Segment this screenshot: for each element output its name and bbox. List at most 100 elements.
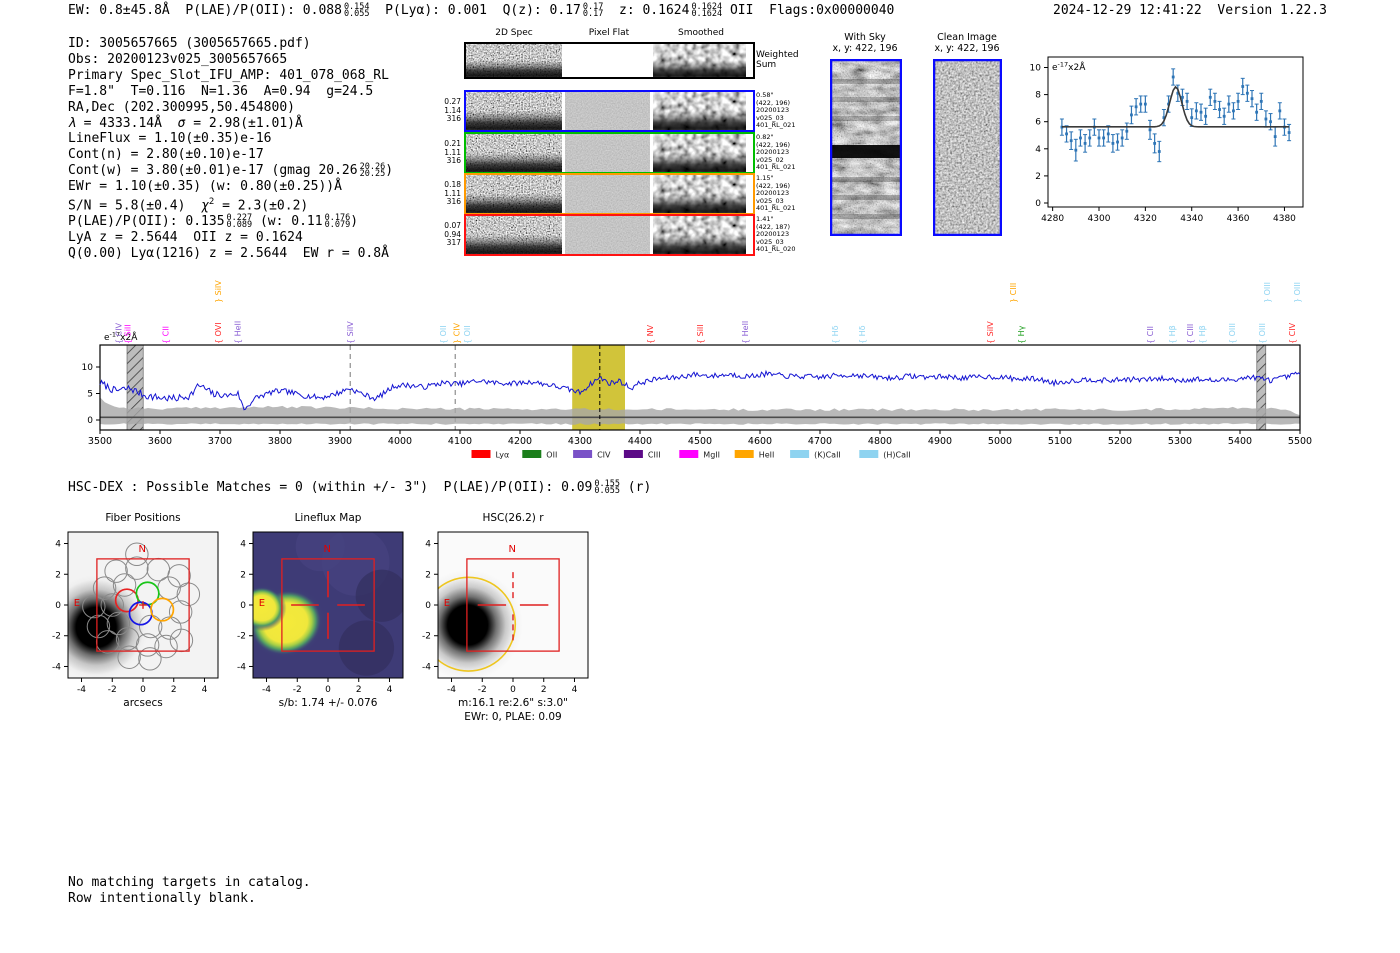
emission-line-labels: { CIV{ SiII{ CII} SiIV{ OVI{ HeII{ SiIV{… — [115, 280, 1302, 344]
legend-label-CIII: CIII — [648, 451, 661, 460]
emission-label-CIV: } CIV — [452, 322, 461, 344]
montage-row-right-labels-1: 0.58" (422, 196) 20200123 v025_03 401_RL_021 — [756, 91, 795, 130]
svg-text:10: 10 — [82, 363, 94, 373]
svg-text:-2: -2 — [293, 685, 302, 695]
svg-text:5100: 5100 — [1048, 436, 1072, 447]
fraction-lower: 0.17 — [582, 9, 604, 19]
text-segment: EW: 0.8±45.8Å P(LAE)/P(OII): 0.088 — [68, 3, 342, 18]
fiber-positions-xlabel-1: arcsecs — [123, 697, 162, 709]
info-line-10: EWr = 1.10(±0.35) (w: 0.80(±0.25))Å — [68, 179, 393, 195]
svg-text:2: 2 — [171, 685, 177, 695]
hsc-r-xlabel-1: m:16.1 re:2.6" s:3.0" — [458, 697, 568, 709]
header-datetime-version: 2024-12-29 12:41:22 Version 1.22.3 — [1053, 3, 1327, 18]
emission-label-CII: { CII — [161, 326, 170, 344]
footer-notes: No matching targets in catalog. Row inten… — [68, 875, 311, 907]
text-segment: Q(0.00) Lyα(1216) z = 2.5644 EW r = 0.8Å — [68, 246, 389, 262]
hsc-r-panel: HSC(26.2) r N E -4 -4 -2 -2 0 0 2 2 4 4 m:16.1 re:2.6… — [422, 512, 589, 723]
emission-label-CIII: } CIII — [1009, 283, 1018, 303]
montage-col-header-3: Smoothed — [678, 28, 724, 38]
spectrum-legend: Lyα OII CIV CIII MgII HeII (K)CaII (H)CaII — [471, 450, 911, 460]
svg-text:4800: 4800 — [868, 436, 892, 447]
svg-text:-4: -4 — [237, 662, 246, 672]
legend-swatch-HeII — [734, 450, 754, 458]
montage-image-noisy — [466, 44, 562, 77]
montage-image-noisy — [466, 175, 562, 213]
svg-text:4200: 4200 — [508, 436, 532, 447]
svg-text:5200: 5200 — [1108, 436, 1132, 447]
text-segment: ID: 3005657665 (3005657665.pdf) — [68, 36, 311, 51]
emission-label-SiIV: } SiIV — [214, 280, 223, 303]
info-line-3: Primary Spec_Slot_IFU_AMP: 401_078_068_R… — [68, 68, 393, 84]
stacked-fraction: 0.227 0.089 — [227, 214, 253, 230]
emission-label-CIV: { CIV — [1288, 322, 1297, 344]
fraction-lower: 0.1624 — [691, 9, 723, 19]
svg-text:5000: 5000 — [988, 436, 1012, 447]
italic-symbol: χ — [201, 198, 209, 214]
svg-text:4300: 4300 — [1088, 214, 1111, 224]
footer-line-1: No matching targets in catalog. — [68, 875, 311, 890]
svg-text:-4: -4 — [52, 662, 61, 672]
text-segment: P(Lyα): 0.001 Q(z): 0.17 — [369, 3, 581, 18]
svg-text:4500: 4500 — [688, 436, 712, 447]
legend-swatch-OII — [522, 450, 542, 458]
text-segment: (w: 0.11 — [252, 214, 323, 230]
montage-left-value: 316 — [446, 197, 461, 206]
stacked-fraction: 0.155 0.055 — [594, 480, 620, 496]
emission-label-HeII: { HeII — [233, 321, 242, 344]
clean-image-image — [933, 59, 1002, 236]
text-segment: LyA z = 2.5644 OII z = 0.1624 — [68, 230, 303, 246]
emission-label-CII: { CII — [1146, 326, 1155, 344]
lineflux-map-xlabel-1: s/b: 1.74 +/- 0.076 — [279, 697, 378, 709]
svg-text:-4: -4 — [262, 685, 271, 695]
svg-text:0: 0 — [240, 601, 246, 611]
montage-left-value: 316 — [446, 156, 461, 165]
info-line-13: LyA z = 2.5644 OII z = 0.1624 — [68, 230, 393, 246]
svg-text:0: 0 — [325, 685, 331, 695]
svg-text:4280: 4280 — [1041, 214, 1064, 224]
header-datetime: 2024-12-29 12:41:22 — [1053, 3, 1202, 18]
spectrum-line — [99, 369, 1301, 411]
legend-swatch-CIII — [623, 450, 643, 458]
montage-row-fiber-1 — [464, 90, 755, 132]
svg-text:4: 4 — [55, 540, 61, 550]
info-line-8: Cont(n) = 2.80(±0.10)e-17 — [68, 147, 393, 163]
fraction-lower: 0.079 — [324, 220, 351, 231]
montage-left-value: 316 — [446, 114, 461, 123]
info-line-14: Q(0.00) Lyα(1216) z = 2.5644 EW r = 0.8Å — [68, 246, 393, 262]
svg-text:4: 4 — [202, 685, 208, 695]
svg-text:4340: 4340 — [1180, 214, 1203, 224]
text-segment: Obs: 20200123v025_3005657665 — [68, 51, 288, 67]
svg-text:4: 4 — [240, 540, 246, 550]
svg-text:-2: -2 — [478, 685, 487, 695]
emission-label-Hδ: { Hδ — [858, 325, 867, 344]
info-line-9: Cont(w) = 3.80(±0.01)e-17 (gmag 20.26 20.… — [68, 163, 393, 179]
montage-image-smooth — [653, 175, 746, 213]
emission-label-CIV: { CIV — [115, 322, 124, 344]
fiber-positions-title: Fiber Positions — [105, 512, 180, 524]
montage-image-smooth — [653, 134, 746, 172]
svg-text:4100: 4100 — [448, 436, 472, 447]
text-segment: = 2.3(±0.2) — [214, 198, 309, 214]
text-segment: ) — [385, 163, 394, 179]
hsc-r-xlabel-2: EWr: 0, PLAE: 0.09 — [464, 711, 561, 723]
montage-row-left-labels-4: 0.07 0.94 317 — [440, 221, 461, 248]
text-segment: z: 0.1624 — [603, 3, 690, 18]
stacked-fraction: 0.1624 0.1624 — [691, 3, 723, 19]
text-segment: S/N = 5.8(±0.4) — [68, 198, 202, 214]
legend-swatch-CIV — [573, 450, 593, 458]
info-line-7: LineFlux = 1.10(±0.35)e-16 — [68, 131, 393, 147]
svg-text:4300: 4300 — [568, 436, 592, 447]
svg-text:4: 4 — [572, 685, 578, 695]
fraction-lower: 0.055 — [594, 486, 620, 496]
emission-label-OIII: } OIII — [1293, 282, 1302, 303]
svg-text:5300: 5300 — [1168, 436, 1192, 447]
svg-text:2: 2 — [541, 685, 547, 695]
legend-swatch-(K)CaII — [790, 450, 810, 458]
stacked-fraction: 0.17 0.17 — [582, 3, 604, 19]
text-segment: EWr = 1.10(±0.35) (w: 0.80(±0.25))Å — [68, 179, 342, 195]
montage-image-smooth — [653, 92, 746, 130]
montage-image-noisy2 — [466, 216, 562, 254]
svg-text:3900: 3900 — [328, 436, 352, 447]
emission-label-SiIV: { SiIV — [346, 321, 355, 344]
info-line-11: S/N = 5.8(±0.4) χ2 = 2.3(±0.2) — [68, 195, 393, 214]
